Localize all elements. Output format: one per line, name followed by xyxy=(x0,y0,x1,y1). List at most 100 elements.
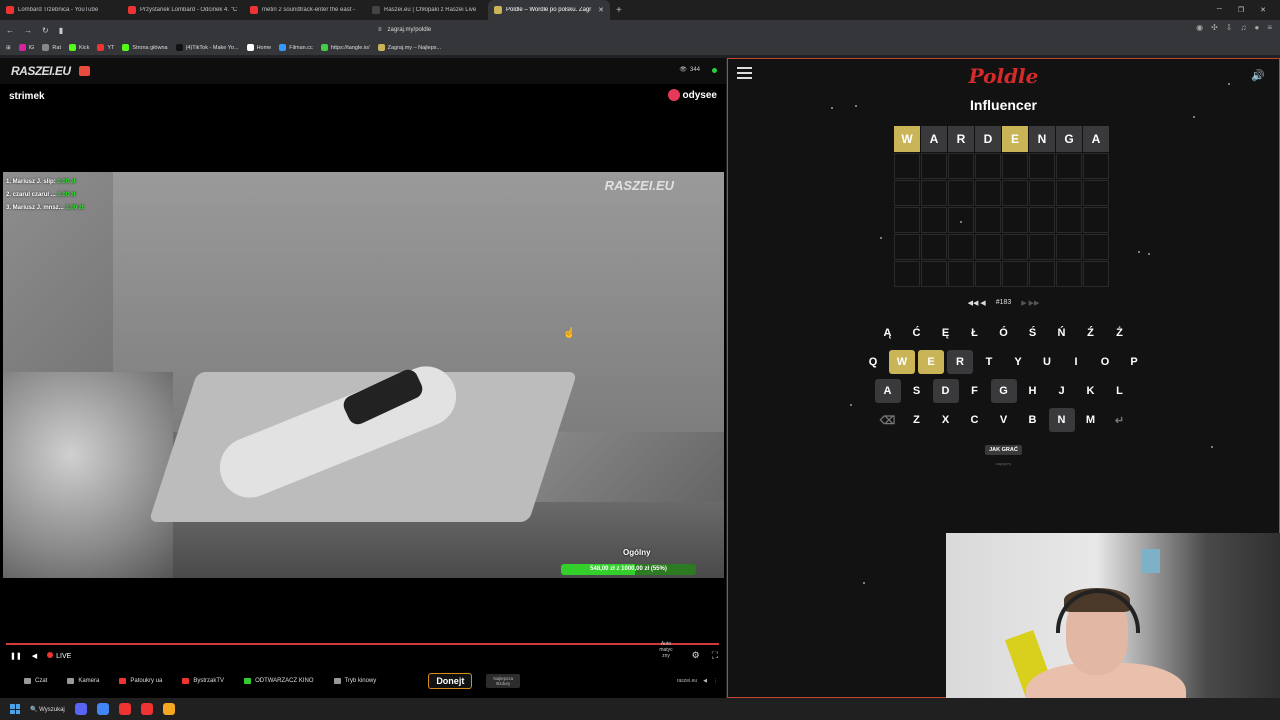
key-n[interactable]: N xyxy=(1048,408,1075,432)
reload-icon[interactable]: ↻ xyxy=(42,26,49,35)
stream-tab[interactable]: Czat xyxy=(16,678,55,684)
bookmark-item[interactable]: Strona główna xyxy=(122,44,168,51)
close-icon[interactable]: ✕ xyxy=(1260,6,1266,14)
apps-icon[interactable]: ⊞ xyxy=(6,45,11,51)
key-ś[interactable]: Ś xyxy=(1019,321,1046,345)
najlepsza-button[interactable]: Najlepsza Bzdury xyxy=(486,674,521,688)
key-ę[interactable]: Ę xyxy=(932,321,959,345)
key-t[interactable]: T xyxy=(976,350,1002,374)
stream-tab[interactable]: ODTWARZACZ KINO xyxy=(236,678,321,684)
url-field[interactable]: ≡ zagraj.my/poldle xyxy=(372,22,912,38)
volume-small-icon[interactable]: ◀ xyxy=(703,678,707,684)
site-info-icon[interactable]: ≡ xyxy=(378,27,382,33)
bookmark-item[interactable]: Rat xyxy=(42,44,61,51)
bookmark-item[interactable]: https://tangle.io/ xyxy=(320,44,370,51)
stream-tab[interactable]: BystrzakTV xyxy=(174,678,232,684)
puzzle-icon[interactable]: ✣ xyxy=(1211,23,1218,32)
key-r[interactable]: R xyxy=(947,350,973,374)
key-h[interactable]: H xyxy=(1019,379,1046,403)
browser-tab[interactable]: metin 2 soundtrack-enter the east - xyxy=(244,0,366,20)
key-ł[interactable]: Ł xyxy=(961,321,988,345)
key-j[interactable]: J xyxy=(1048,379,1075,403)
back-icon[interactable]: ← xyxy=(6,26,14,35)
key-x[interactable]: X xyxy=(932,408,959,432)
new-tab-button[interactable]: + xyxy=(610,5,628,16)
video-progress-bar[interactable] xyxy=(6,643,719,645)
bookmark-item[interactable]: Home xyxy=(246,44,271,51)
taskbar-app-icon[interactable] xyxy=(162,703,175,715)
key-m[interactable]: M xyxy=(1077,408,1104,432)
profile-icon[interactable]: ● xyxy=(1254,23,1259,32)
key-q[interactable]: Q xyxy=(860,350,886,374)
more-icon[interactable]: ⋮ xyxy=(713,678,718,684)
notification-badge-icon[interactable] xyxy=(78,66,90,76)
live-indicator[interactable]: LIVE xyxy=(47,652,71,660)
minimize-icon[interactable]: ─ xyxy=(1217,6,1222,14)
key-d[interactable]: D xyxy=(932,379,959,403)
key-w[interactable]: W xyxy=(889,350,915,374)
key-p[interactable]: P xyxy=(1121,350,1147,374)
key-c[interactable]: C xyxy=(961,408,988,432)
how-to-play-button[interactable]: JAK GRAĆ xyxy=(985,445,1022,455)
key-k[interactable]: K xyxy=(1077,379,1104,403)
stream-tab[interactable]: Tryb kinowy xyxy=(326,678,385,684)
volume-icon[interactable]: ◀ xyxy=(32,652,37,660)
odysee-logo[interactable]: odysee xyxy=(667,89,717,101)
key-v[interactable]: V xyxy=(990,408,1017,432)
key-ą[interactable]: Ą xyxy=(874,321,901,345)
first-puzzle-icon[interactable]: ◀◀ ◀ xyxy=(968,299,986,307)
enter-key[interactable]: ↵ xyxy=(1106,408,1133,432)
bookmark-item[interactable]: (4)TikTok - Make Yo... xyxy=(175,44,239,51)
key-u[interactable]: U xyxy=(1034,350,1060,374)
windows-start-icon[interactable] xyxy=(10,704,20,714)
key-ź[interactable]: Ź xyxy=(1077,321,1104,345)
key-g[interactable]: G xyxy=(990,379,1017,403)
donate-button[interactable]: Donejt xyxy=(428,673,473,689)
menu-icon[interactable]: ≡ xyxy=(1267,23,1272,32)
key-l[interactable]: L xyxy=(1106,379,1133,403)
bookmark-item[interactable]: Filman.cc xyxy=(279,44,313,51)
key-f[interactable]: F xyxy=(961,379,988,403)
bookmark-item[interactable]: Zagraj.my – Najleps... xyxy=(377,44,441,51)
key-ż[interactable]: Ż xyxy=(1106,321,1133,345)
browser-tab[interactable]: Poldle – Wordle po polsku. Zagr ✕ xyxy=(488,0,610,20)
extension-icon[interactable]: ◉ xyxy=(1196,23,1203,32)
key-a[interactable]: A xyxy=(874,379,901,403)
bookmark-item[interactable]: IG xyxy=(18,44,34,51)
key-s[interactable]: S xyxy=(903,379,930,403)
key-y[interactable]: Y xyxy=(1005,350,1031,374)
maximize-icon[interactable]: ❐ xyxy=(1238,6,1244,14)
browser-tab[interactable]: Przystanek Lombard - Odcinek 4. "C xyxy=(122,0,244,20)
pause-icon[interactable]: ❚❚ xyxy=(10,652,22,660)
forward-icon[interactable]: → xyxy=(24,26,32,35)
taskbar-app-icon[interactable] xyxy=(96,703,109,715)
fullscreen-icon[interactable]: ⛶ xyxy=(712,650,718,661)
key-z[interactable]: Z xyxy=(903,408,930,432)
key-i[interactable]: I xyxy=(1063,350,1089,374)
site-logo[interactable]: RASZEI.EU xyxy=(11,64,71,78)
settings-gear-icon[interactable]: ⚙ xyxy=(692,650,700,661)
browser-tab[interactable]: Lombard Trzebnica - YouTube xyxy=(0,0,122,20)
video-player[interactable]: RASZEI.EU 1. Mariusz J. slip: 2.00 zł 2. … xyxy=(3,172,724,578)
key-ć[interactable]: Ć xyxy=(903,321,930,345)
taskbar-app-icon[interactable] xyxy=(74,703,87,715)
taskbar-app-icon[interactable] xyxy=(140,703,153,715)
bookmark-item[interactable]: Kick xyxy=(68,44,89,51)
download-icon[interactable]: ⇩ xyxy=(1226,23,1233,32)
stream-tab[interactable]: Kamera xyxy=(59,678,107,684)
sidebar-icon[interactable]: ▮ xyxy=(59,26,63,35)
browser-tab[interactable]: Raszei.eu | Chłopaki z Raszei Live xyxy=(366,0,488,20)
quality-auto-label[interactable]: Auto matyc zny xyxy=(655,641,677,659)
key-ń[interactable]: Ń xyxy=(1048,321,1075,345)
next-puzzle-icon[interactable]: ▶ ▶▶ xyxy=(1021,299,1039,307)
key-ó[interactable]: Ó xyxy=(990,321,1017,345)
tab-close-icon[interactable]: ✕ xyxy=(598,6,604,14)
bookmark-item[interactable]: YT xyxy=(97,44,114,51)
backspace-key[interactable]: ⌫ xyxy=(874,408,901,432)
key-e[interactable]: E xyxy=(918,350,944,374)
taskbar-app-icon[interactable] xyxy=(118,703,131,715)
taskbar-search[interactable]: 🔍 Wyszukaj xyxy=(30,706,65,713)
key-o[interactable]: O xyxy=(1092,350,1118,374)
music-icon[interactable]: ♫ xyxy=(1240,23,1246,32)
key-b[interactable]: B xyxy=(1019,408,1046,432)
